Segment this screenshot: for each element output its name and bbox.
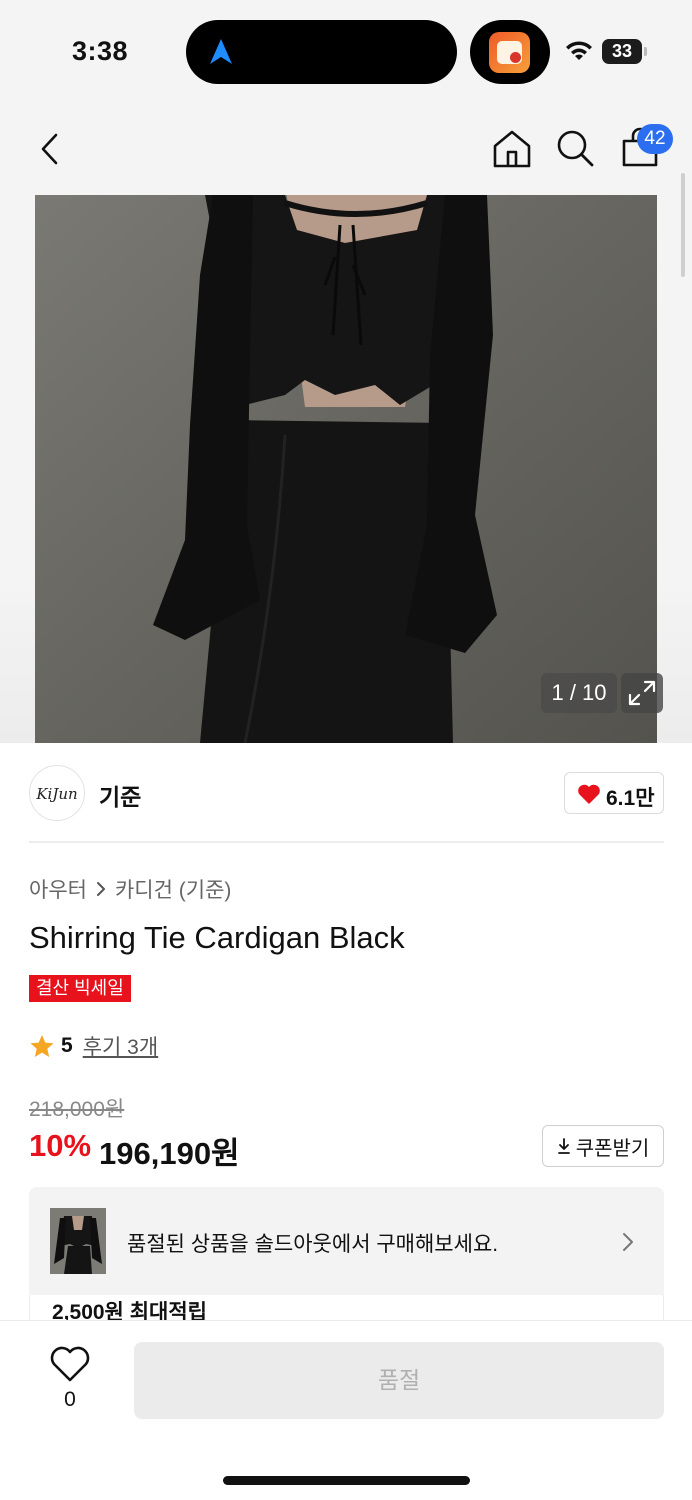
expand-icon[interactable]	[621, 673, 663, 713]
coupon-label: 쿠폰받기	[575, 1137, 650, 1160]
section-divider	[29, 841, 664, 843]
wifi-icon	[566, 41, 592, 60]
navigation-arrow-icon	[210, 39, 232, 64]
chevron-right-icon	[623, 1233, 633, 1251]
live-activity-app[interactable]	[470, 20, 550, 84]
brand-name[interactable]: 기준	[99, 778, 141, 812]
dynamic-island[interactable]	[186, 20, 457, 84]
breadcrumb-item-cardigan[interactable]: 카디건 (기준)	[115, 874, 231, 904]
brand-like-count: 6.1만	[606, 787, 655, 810]
image-counter: 1 / 10	[541, 673, 617, 713]
brand-like-button[interactable]: 6.1만	[564, 772, 664, 814]
product-photo-illustration	[35, 195, 657, 743]
brand-logo[interactable]: KiJun	[29, 765, 85, 821]
star-icon	[30, 1034, 54, 1057]
app-icon	[489, 32, 530, 73]
heart-outline-icon[interactable]	[48, 1344, 92, 1384]
chevron-right-icon	[96, 882, 105, 896]
wish-count: 0	[64, 1388, 76, 1411]
home-indicator[interactable]	[223, 1476, 470, 1485]
banner-text: 품절된 상품을 솔드아웃에서 구매해보세요.	[127, 1233, 499, 1256]
breadcrumb: 아우터 카디건 (기준)	[29, 874, 231, 904]
heart-filled-icon	[578, 784, 600, 804]
product-image[interactable]	[35, 195, 657, 743]
rating-score: 5	[61, 1034, 73, 1057]
download-icon	[557, 1138, 570, 1154]
product-title: Shirring Tie Cardigan Black	[29, 920, 405, 955]
cart-count-badge: 42	[637, 124, 673, 154]
back-chevron-icon[interactable]	[29, 127, 73, 171]
original-price: 218,000원	[29, 1098, 125, 1121]
breadcrumb-item-outer[interactable]: 아우터	[29, 874, 87, 904]
search-icon[interactable]	[553, 127, 597, 171]
battery-icon: 33	[602, 39, 642, 64]
battery-tip	[644, 47, 647, 56]
page-scrollbar[interactable]	[681, 173, 685, 277]
soldout-button[interactable]: 품절	[134, 1342, 664, 1419]
sale-price: 196,190원	[99, 1136, 240, 1171]
points-section: 2,500원 최대적립	[29, 1295, 664, 1320]
status-time: 3:38	[72, 36, 129, 66]
rating-row: 5 후기 3개	[29, 1031, 158, 1061]
review-link[interactable]: 후기 3개	[83, 1031, 158, 1061]
status-bar: 3:38 33	[0, 0, 692, 105]
coupon-button[interactable]: 쿠폰받기	[542, 1125, 664, 1167]
points-text: 2,500원 최대적립	[52, 1301, 207, 1320]
discount-rate: 10%	[29, 1128, 92, 1163]
soldout-banner[interactable]: 품절된 상품을 솔드아웃에서 구매해보세요.	[29, 1187, 664, 1295]
home-icon[interactable]	[490, 127, 534, 171]
sale-tag: 결산 빅세일	[29, 975, 131, 1002]
banner-thumbnail	[50, 1208, 106, 1274]
